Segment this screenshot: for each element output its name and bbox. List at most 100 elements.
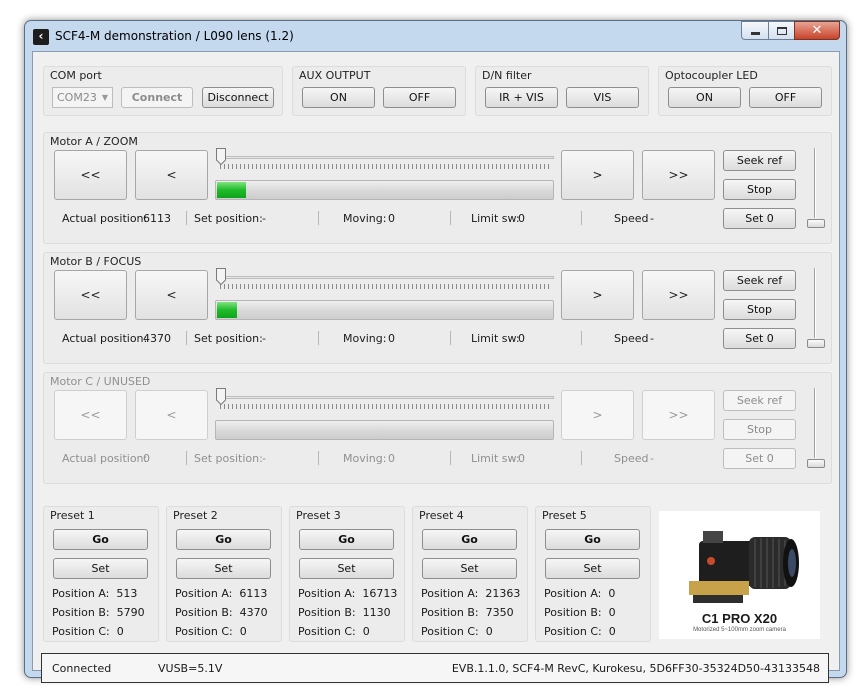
motor-group-1: Motor B / FOCUS << < > >> Seek ref Stop … [43,252,832,364]
fast-right-button[interactable]: >> [642,270,715,320]
position-progress [215,420,554,440]
preset-position-b: Position B: 5790 [52,606,145,619]
set-position-value: - [262,212,266,225]
step-left-button[interactable]: < [135,270,208,320]
preset-position-b: Position B: 1130 [298,606,391,619]
aux-off-button[interactable]: OFF [383,87,456,108]
position-b-value: 5790 [116,606,145,619]
seek-ref-button[interactable]: Seek ref [723,390,796,411]
preset-position-c: Position C: 0 [175,625,247,638]
vis-button[interactable]: VIS [566,87,639,108]
preset-go-button[interactable]: Go [545,529,640,550]
preset-go-button[interactable]: Go [53,529,148,550]
fast-right-button[interactable]: >> [642,390,715,440]
step-left-button[interactable]: < [135,150,208,200]
actual-position-label: Actual position: [62,452,148,465]
position-b-value: 0 [608,606,616,619]
position-b-label: Position B: [298,606,356,619]
slider-thumb-icon[interactable] [216,388,226,405]
optocoupler-title: Optocoupler LED [665,69,758,82]
stop-button[interactable]: Stop [723,419,796,440]
position-b-label: Position B: [175,606,233,619]
disconnect-button[interactable]: Disconnect [202,87,274,108]
maximize-button[interactable] [768,21,794,40]
speed-slider-thumb[interactable] [807,459,825,468]
ir-vis-button[interactable]: IR + VIS [485,87,558,108]
divider [450,211,451,225]
minimize-button[interactable] [741,21,768,40]
preset-group-1: Preset 1 Go Set Position A: 513 Position… [43,506,159,642]
stop-button[interactable]: Stop [723,299,796,320]
preset-set-button[interactable]: Set [176,558,271,579]
actual-position-value: 4370 [143,332,171,345]
divider [186,451,187,465]
set-zero-button[interactable]: Set 0 [723,328,796,349]
position-c-value: 0 [116,625,124,638]
fast-left-button[interactable]: << [54,270,127,320]
minimize-icon [750,32,760,35]
set-position-label: Set position: [194,332,263,345]
position-b-label: Position B: [421,606,479,619]
step-left-button[interactable]: < [135,390,208,440]
preset-title: Preset 3 [296,509,341,522]
position-c-label: Position C: [298,625,356,638]
divider [581,211,582,225]
stop-button[interactable]: Stop [723,179,796,200]
preset-set-button[interactable]: Set [545,558,640,579]
opto-on-button[interactable]: ON [668,87,741,108]
motor-title: Motor C / UNUSED [50,375,151,388]
preset-set-button[interactable]: Set [422,558,517,579]
speed-slider-thumb[interactable] [807,339,825,348]
divider [186,211,187,225]
speed-slider-thumb[interactable] [807,219,825,228]
preset-position-a: Position A: 513 [52,587,137,600]
preset-position-c: Position C: 0 [298,625,370,638]
divider [581,451,582,465]
fast-left-button[interactable]: << [54,150,127,200]
slider-thumb-icon[interactable] [216,148,226,165]
position-c-value: 0 [362,625,370,638]
limit-switch-value: 0 [518,332,525,345]
set-zero-button[interactable]: Set 0 [723,448,796,469]
limit-switch-label: Limit sw: [471,212,520,225]
preset-go-button[interactable]: Go [422,529,517,550]
position-slider[interactable] [216,388,554,412]
speed-slider-track [814,148,816,218]
fast-left-button[interactable]: << [54,390,127,440]
seek-ref-button[interactable]: Seek ref [723,270,796,291]
slider-track [216,156,554,159]
position-slider[interactable] [216,268,554,292]
close-icon: ✕ [811,23,823,38]
opto-off-button[interactable]: OFF [749,87,822,108]
slider-track [216,396,554,399]
step-right-button[interactable]: > [561,150,634,200]
speed-slider[interactable] [807,268,825,348]
step-right-button[interactable]: > [561,270,634,320]
preset-set-button[interactable]: Set [53,558,148,579]
preset-title: Preset 2 [173,509,218,522]
client-area: COM port COM23 ▼ Connect Disconnect AUX … [32,51,840,683]
speed-slider[interactable] [807,148,825,228]
com-port-select[interactable]: COM23 ▼ [52,87,113,108]
preset-go-button[interactable]: Go [299,529,394,550]
speed-slider[interactable] [807,388,825,468]
fast-right-button[interactable]: >> [642,150,715,200]
motor-title: Motor B / FOCUS [50,255,142,268]
step-right-button[interactable]: > [561,390,634,440]
preset-set-button[interactable]: Set [299,558,394,579]
preset-go-button[interactable]: Go [176,529,271,550]
position-a-label: Position A: [175,587,233,600]
close-button[interactable]: ✕ [794,21,840,40]
position-a-value: 513 [116,587,138,600]
position-slider[interactable] [216,148,554,172]
title-bar[interactable]: ‹ SCF4-M demonstration / L090 lens (1.2)… [25,21,846,51]
connect-button[interactable]: Connect [121,87,193,108]
slider-thumb-icon[interactable] [216,268,226,285]
preset-position-c: Position C: 0 [421,625,493,638]
motor-group-2: Motor C / UNUSED << < > >> Seek ref Stop… [43,372,832,484]
aux-on-button[interactable]: ON [302,87,375,108]
preset-position-a: Position A: 0 [544,587,615,600]
set-zero-button[interactable]: Set 0 [723,208,796,229]
position-b-value: 4370 [239,606,268,619]
seek-ref-button[interactable]: Seek ref [723,150,796,171]
